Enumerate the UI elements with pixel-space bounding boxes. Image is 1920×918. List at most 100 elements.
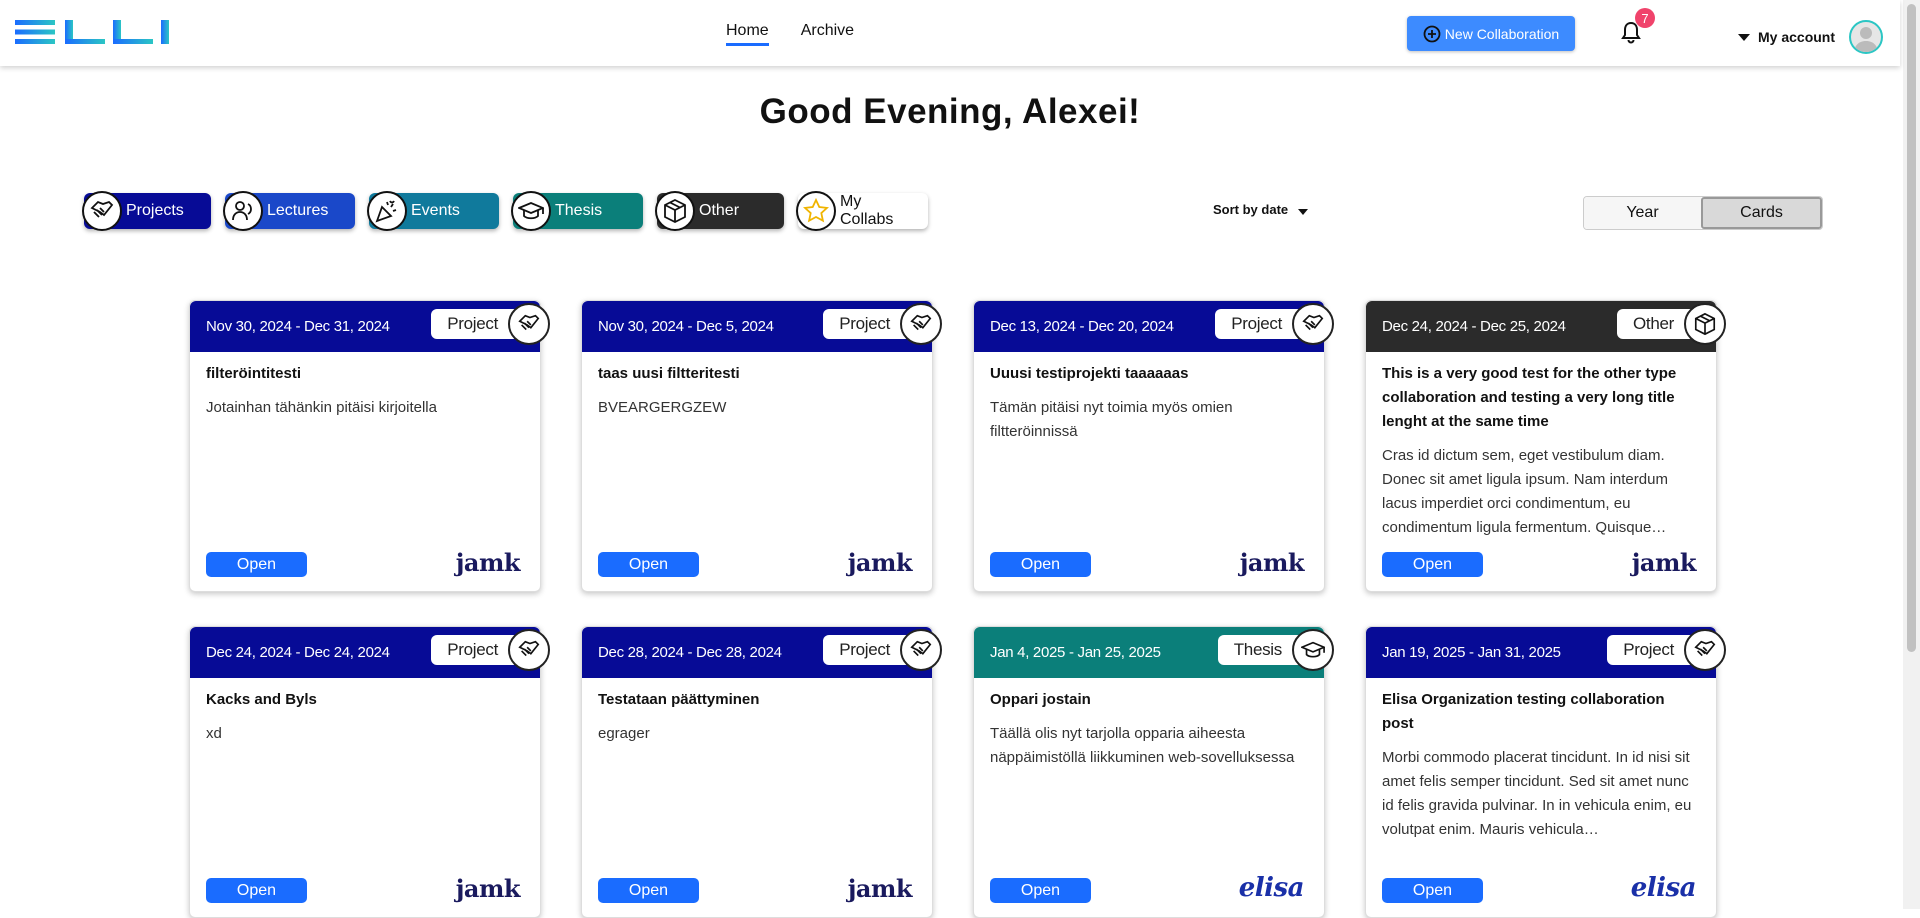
vertical-scrollbar[interactable] (1903, 0, 1920, 909)
filter-label: My Collabs (840, 193, 894, 228)
card-title: Elisa Organization testing collaboration… (1382, 691, 1665, 732)
card-type-label: Project (447, 640, 498, 659)
organization-logo: jamk (1239, 548, 1305, 577)
handshake-icon (900, 629, 942, 671)
card-date: Jan 4, 2025 - Jan 25, 2025 (990, 644, 1161, 661)
card-description: Cras id dictum sem, eget vestibulum diam… (1382, 447, 1668, 536)
filter-other[interactable]: Other (655, 191, 784, 231)
handshake-icon (1684, 629, 1726, 671)
view-year-button[interactable]: Year (1584, 197, 1701, 229)
card-type-badge: Thesis (1217, 629, 1334, 671)
plus-circle-icon (1423, 25, 1441, 42)
open-button[interactable]: Open (598, 552, 699, 577)
my-account-menu[interactable]: My account (1738, 20, 1884, 54)
greeting-heading: Good Evening, Alexei! (759, 92, 1141, 131)
my-account-label: My account (1758, 29, 1836, 45)
filter-projects[interactable]: Projects (82, 191, 211, 231)
elli-logo-mark (15, 20, 169, 44)
organization-logo: jamk (847, 874, 913, 903)
nav-archive[interactable]: Archive (801, 22, 854, 46)
open-button[interactable]: Open (1382, 878, 1483, 903)
card-title: Kacks and Byls (206, 691, 317, 708)
filter-thesis[interactable]: Thesis (511, 191, 643, 231)
notification-count-badge: 7 (1635, 8, 1655, 28)
elli-logo[interactable] (15, 20, 175, 44)
filter-label: Thesis (555, 202, 603, 219)
top-bar: Home Archive New Collaboration 7 My acco… (0, 0, 1900, 66)
card-title: This is a very good test for the other t… (1382, 365, 1677, 430)
card-type-badge: Project (1607, 629, 1726, 671)
open-button[interactable]: Open (206, 878, 307, 903)
collaboration-card: Dec 13, 2024 - Dec 20, 2024 Project Uuusi … (973, 300, 1334, 592)
open-button[interactable]: Open (990, 878, 1091, 903)
card-type-badge: Project (823, 303, 942, 345)
card-description: Täällä olis nyt tarjolla opparia aiheest… (990, 725, 1295, 766)
card-description: Jotainhan tähänkin pitäisi kirjoitella (206, 399, 437, 416)
card-type-label: Project (839, 640, 890, 659)
collaboration-card: Dec 28, 2024 - Dec 28, 2024 Project Testat… (581, 626, 942, 918)
card-type-badge: Other (1616, 303, 1726, 345)
card-header: Dec 24, 2024 - Dec 25, 2024 Other (1366, 301, 1726, 352)
organization-logo: jamk (1631, 548, 1697, 577)
filter-label: Projects (126, 202, 184, 219)
new-collaboration-button[interactable]: New Collaboration (1407, 16, 1575, 51)
lecturer-icon (223, 191, 263, 231)
open-button[interactable]: Open (1382, 552, 1483, 577)
collaboration-card: Nov 30, 2024 - Dec 5, 2024 Project taas uu… (581, 300, 942, 592)
avatar (1849, 20, 1884, 54)
filter-my-collabs[interactable]: My Collabs (796, 191, 928, 231)
card-title: Uuusi testiprojekti taaaaaas (990, 365, 1189, 382)
organization-logo: elisa (1630, 873, 1697, 903)
card-type-badge: Project (823, 629, 942, 671)
party-popper-icon (367, 191, 407, 231)
handshake-icon (1292, 303, 1334, 345)
nav-home[interactable]: Home (726, 22, 769, 46)
card-type-label: Project (839, 314, 890, 333)
card-header: Jan 4, 2025 - Jan 25, 2025 Thesis (974, 627, 1334, 678)
filter-lectures[interactable]: Lectures (223, 191, 355, 231)
card-date: Nov 30, 2024 - Dec 31, 2024 (206, 318, 390, 335)
card-title: taas uusi filtteritesti (598, 365, 740, 382)
card-description: xd (206, 725, 222, 742)
open-button[interactable]: Open (990, 552, 1091, 577)
main-nav: Home Archive (726, 22, 854, 46)
filter-events[interactable]: Events (367, 191, 499, 231)
open-button[interactable]: Open (206, 552, 307, 577)
box-icon (1684, 303, 1726, 345)
handshake-icon (900, 303, 942, 345)
card-header: Jan 19, 2025 - Jan 31, 2025 Project (1366, 627, 1726, 678)
collaboration-card: Nov 30, 2024 - Dec 31, 2024 Project filter… (189, 300, 550, 592)
card-header: Dec 28, 2024 - Dec 28, 2024 Project (582, 627, 942, 678)
filter-label: Lectures (267, 202, 329, 219)
sort-dropdown[interactable]: Sort by date (1213, 202, 1309, 217)
card-date: Jan 19, 2025 - Jan 31, 2025 (1382, 644, 1561, 661)
chevron-down-icon (1738, 33, 1750, 41)
card-type-badge: Project (431, 629, 550, 671)
card-type-label: Project (1623, 640, 1674, 659)
chevron-down-icon (1298, 208, 1309, 215)
graduation-cap-icon (511, 191, 551, 231)
collaboration-card: Dec 24, 2024 - Dec 25, 2024 Other This is … (1365, 300, 1726, 592)
user-icon (1854, 27, 1879, 52)
handshake-icon (82, 191, 122, 231)
new-collaboration-label: New Collaboration (1444, 25, 1560, 42)
open-button[interactable]: Open (598, 878, 699, 903)
filter-label: Other (699, 202, 740, 219)
card-description: BVEARGERGZEW (598, 399, 727, 416)
card-title: Testataan päättyminen (598, 691, 760, 708)
view-toggle: Year Cards (1583, 196, 1823, 230)
organization-logo: jamk (455, 874, 521, 903)
organization-logo: jamk (847, 548, 913, 577)
collaboration-card: Jan 19, 2025 - Jan 31, 2025 Project Elisa … (1365, 626, 1726, 918)
category-filters: Projects Lectures Events Thesis Other My… (82, 191, 928, 231)
star-icon (796, 191, 836, 231)
card-date: Dec 24, 2024 - Dec 24, 2024 (206, 644, 390, 661)
scrollbar-thumb[interactable] (1907, 4, 1916, 652)
card-type-label: Other (1632, 314, 1674, 333)
card-date: Nov 30, 2024 - Dec 5, 2024 (598, 318, 774, 335)
card-type-label: Project (1231, 314, 1282, 333)
view-cards-button[interactable]: Cards (1701, 197, 1822, 229)
card-header: Dec 24, 2024 - Dec 24, 2024 Project (190, 627, 550, 678)
card-type-badge: Project (1215, 303, 1334, 345)
card-header: Nov 30, 2024 - Dec 5, 2024 Project (582, 301, 942, 352)
